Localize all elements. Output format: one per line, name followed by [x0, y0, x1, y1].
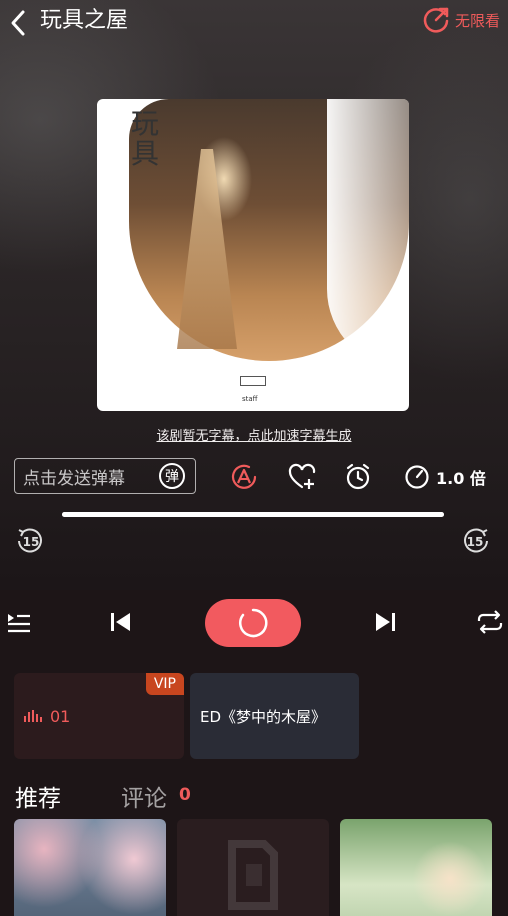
album-cover[interactable]: 玩 具 staff — [97, 99, 409, 411]
recommendation-card[interactable] — [177, 819, 329, 916]
subtitle-a-icon — [231, 464, 257, 489]
cover-title-art: 玩 具 — [129, 105, 189, 183]
danmu-icon-char: 弹 — [165, 469, 179, 485]
danmu-toggle-icon[interactable]: 弹 — [157, 461, 189, 491]
forward-seconds: 15 — [467, 535, 484, 549]
recommendation-card[interactable] — [14, 819, 166, 916]
recommendation-card[interactable] — [340, 819, 492, 916]
tab-comments[interactable]: 评论 — [121, 779, 167, 813]
chevron-left-icon — [11, 10, 25, 36]
alarm-clock-icon — [346, 463, 370, 490]
subtitle-settings-button[interactable] — [228, 461, 260, 493]
progress-bar[interactable] — [62, 512, 444, 517]
now-playing-bars-icon — [24, 710, 42, 722]
back-button[interactable] — [4, 8, 32, 38]
unlimited-label: 无限看 — [454, 11, 500, 30]
forward-15-icon: 15 — [464, 528, 488, 553]
add-favorite-button[interactable] — [286, 461, 318, 493]
rewind-15-button[interactable]: 15 — [14, 525, 46, 557]
vip-badge: VIP — [145, 673, 184, 695]
playback-speed-button[interactable]: 1.0 倍 — [404, 461, 486, 493]
unlimited-watch-button[interactable]: 无限看 — [421, 5, 500, 35]
episode-name: ED《梦中的木屋》 — [200, 707, 327, 726]
svg-text:具: 具 — [131, 137, 159, 170]
placeholder-logo-icon — [228, 840, 278, 910]
forward-15-button[interactable]: 15 — [460, 525, 492, 557]
cover-staff-text: staff — [242, 395, 258, 403]
speed-label: 1.0 倍 — [436, 469, 486, 488]
cover-label — [240, 376, 266, 386]
generate-subtitle-link[interactable]: 该剧暂无字幕，点此加速字幕生成 — [0, 425, 508, 444]
playlist-button[interactable] — [0, 604, 36, 640]
cover-glass-art — [327, 99, 409, 369]
repeat-mode-button[interactable] — [472, 604, 508, 640]
loading-spinner-icon — [239, 608, 268, 638]
cover-calligraphy-art: 玩 具 — [131, 107, 159, 170]
play-pause-button[interactable] — [205, 599, 301, 647]
episode-card-01[interactable]: 01 VIP — [14, 673, 184, 759]
skip-previous-icon — [111, 613, 130, 631]
progress-fill — [62, 512, 444, 517]
repeat-icon — [477, 610, 503, 634]
next-button[interactable] — [368, 604, 404, 640]
danmu-input[interactable]: 点击发送弹幕 弹 — [14, 458, 196, 494]
rewind-15-icon: 15 — [18, 528, 42, 553]
heart-plus-icon — [288, 463, 316, 489]
sleep-timer-button[interactable] — [342, 461, 374, 493]
playlist-icon — [8, 614, 30, 633]
tab-recommend[interactable]: 推荐 — [15, 779, 61, 813]
episode-number: 01 — [50, 706, 71, 726]
page-title: 玩具之屋 — [40, 8, 129, 33]
comments-count: 0 — [179, 785, 191, 805]
speed-dial-icon — [405, 465, 429, 489]
previous-button[interactable] — [102, 604, 138, 640]
unlimited-arrow-icon — [423, 7, 449, 33]
svg-text:玩: 玩 — [131, 107, 159, 140]
episode-card-ed[interactable]: ED《梦中的木屋》 — [190, 673, 359, 759]
danmu-placeholder: 点击发送弹幕 — [23, 468, 125, 489]
skip-next-icon — [376, 613, 395, 631]
rewind-seconds: 15 — [23, 535, 40, 549]
